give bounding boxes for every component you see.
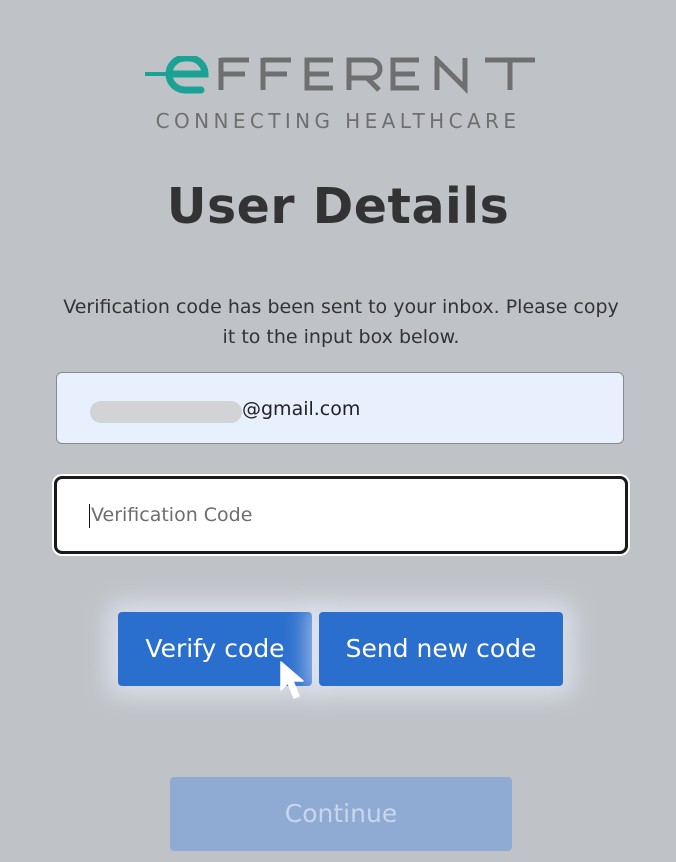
continue-button[interactable]: Continue bbox=[170, 777, 512, 851]
verification-code-input[interactable] bbox=[54, 476, 628, 554]
logo-tagline: CONNECTING HEALTHCARE bbox=[155, 109, 521, 133]
verification-info-text: Verification code has been sent to your … bbox=[63, 296, 619, 348]
email-field[interactable]: @gmail.com bbox=[56, 372, 624, 444]
send-new-code-button[interactable]: Send new code bbox=[319, 612, 563, 686]
page-title: User Details bbox=[166, 178, 510, 235]
email-domain-text: @gmail.com bbox=[242, 398, 361, 420]
text-caret bbox=[89, 504, 90, 528]
email-redaction bbox=[90, 401, 242, 423]
mouse-pointer-icon bbox=[280, 661, 304, 699]
